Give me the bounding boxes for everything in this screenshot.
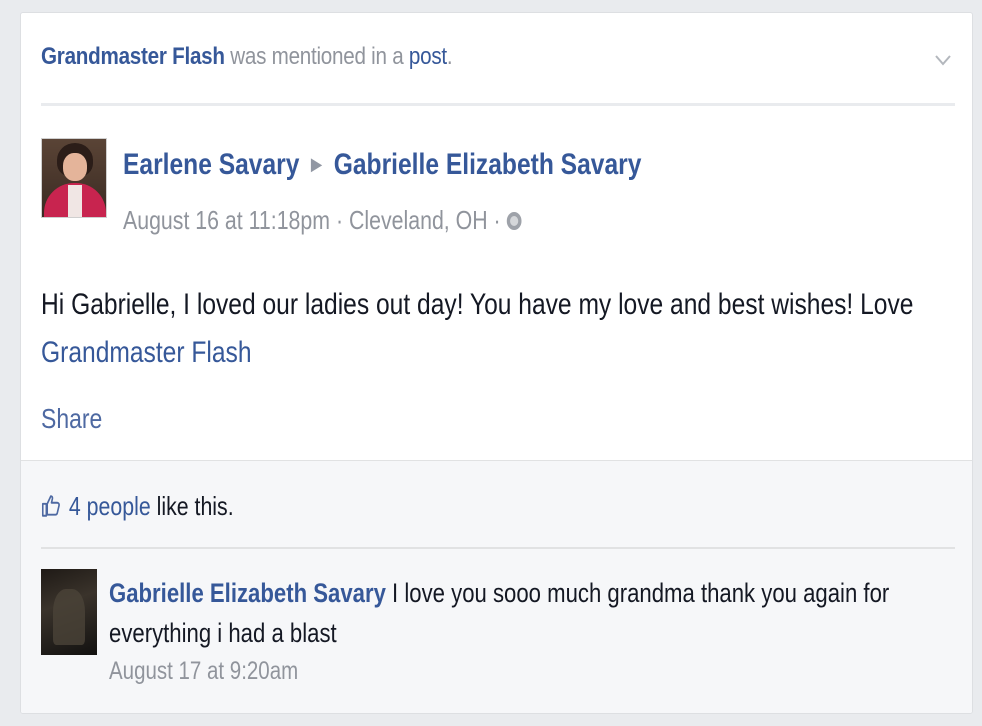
meta-separator-2: · <box>487 205 507 235</box>
globe-icon[interactable] <box>506 212 522 230</box>
post-timestamp-link[interactable]: August 16 at 11:18pm <box>123 205 330 235</box>
post-meta: August 16 at 11:18pm · Cleveland, OH · <box>123 205 522 236</box>
share-button[interactable]: Share <box>41 403 102 435</box>
post-author-line: Earlene Savary ▶ Gabrielle Elizabeth Savar… <box>123 148 641 182</box>
chevron-down-icon-svg <box>935 55 951 66</box>
recipient-name-link[interactable]: Gabrielle Elizabeth Savary <box>334 148 642 181</box>
mentioned-page-link[interactable]: Grandmaster Flash <box>41 43 225 70</box>
comment-timestamp-link[interactable]: August 17 at 9:20am <box>109 657 298 686</box>
feedback-section: 4 people like this. Gabrielle Elizabeth … <box>21 460 972 713</box>
post-card: Grandmaster Flash was mentioned in a pos… <box>20 12 973 714</box>
story-header: Grandmaster Flash was mentioned in a pos… <box>41 43 828 71</box>
author-avatar[interactable] <box>41 138 107 218</box>
author-name-link[interactable]: Earlene Savary <box>123 148 299 181</box>
mention-link[interactable]: Grandmaster Flash <box>41 329 943 377</box>
likes-suffix: like this. <box>150 491 234 521</box>
comment: Gabrielle Elizabeth Savary I love you so… <box>109 573 962 653</box>
story-header-period: . <box>446 43 453 70</box>
post-text: Hi Gabrielle, I loved our ladies out day… <box>41 288 914 321</box>
comments-divider <box>41 547 955 549</box>
post-location-link[interactable]: Cleveland, OH <box>349 205 488 235</box>
likes-summary: 4 people like this. <box>41 491 234 522</box>
right-arrow-icon: ▶ <box>310 154 323 174</box>
post-link[interactable]: post <box>409 43 447 70</box>
comment-author-link[interactable]: Gabrielle Elizabeth Savary <box>109 578 386 608</box>
chevron-down-icon[interactable] <box>932 49 954 71</box>
commenter-avatar[interactable] <box>41 569 97 655</box>
story-header-text: was mentioned in a <box>224 43 409 70</box>
meta-separator: · <box>330 205 349 235</box>
thumbs-up-icon <box>41 495 60 517</box>
likers-link[interactable]: 4 people <box>69 491 151 521</box>
post-body: Hi Gabrielle, I loved our ladies out day… <box>41 281 943 377</box>
header-divider <box>41 103 955 106</box>
